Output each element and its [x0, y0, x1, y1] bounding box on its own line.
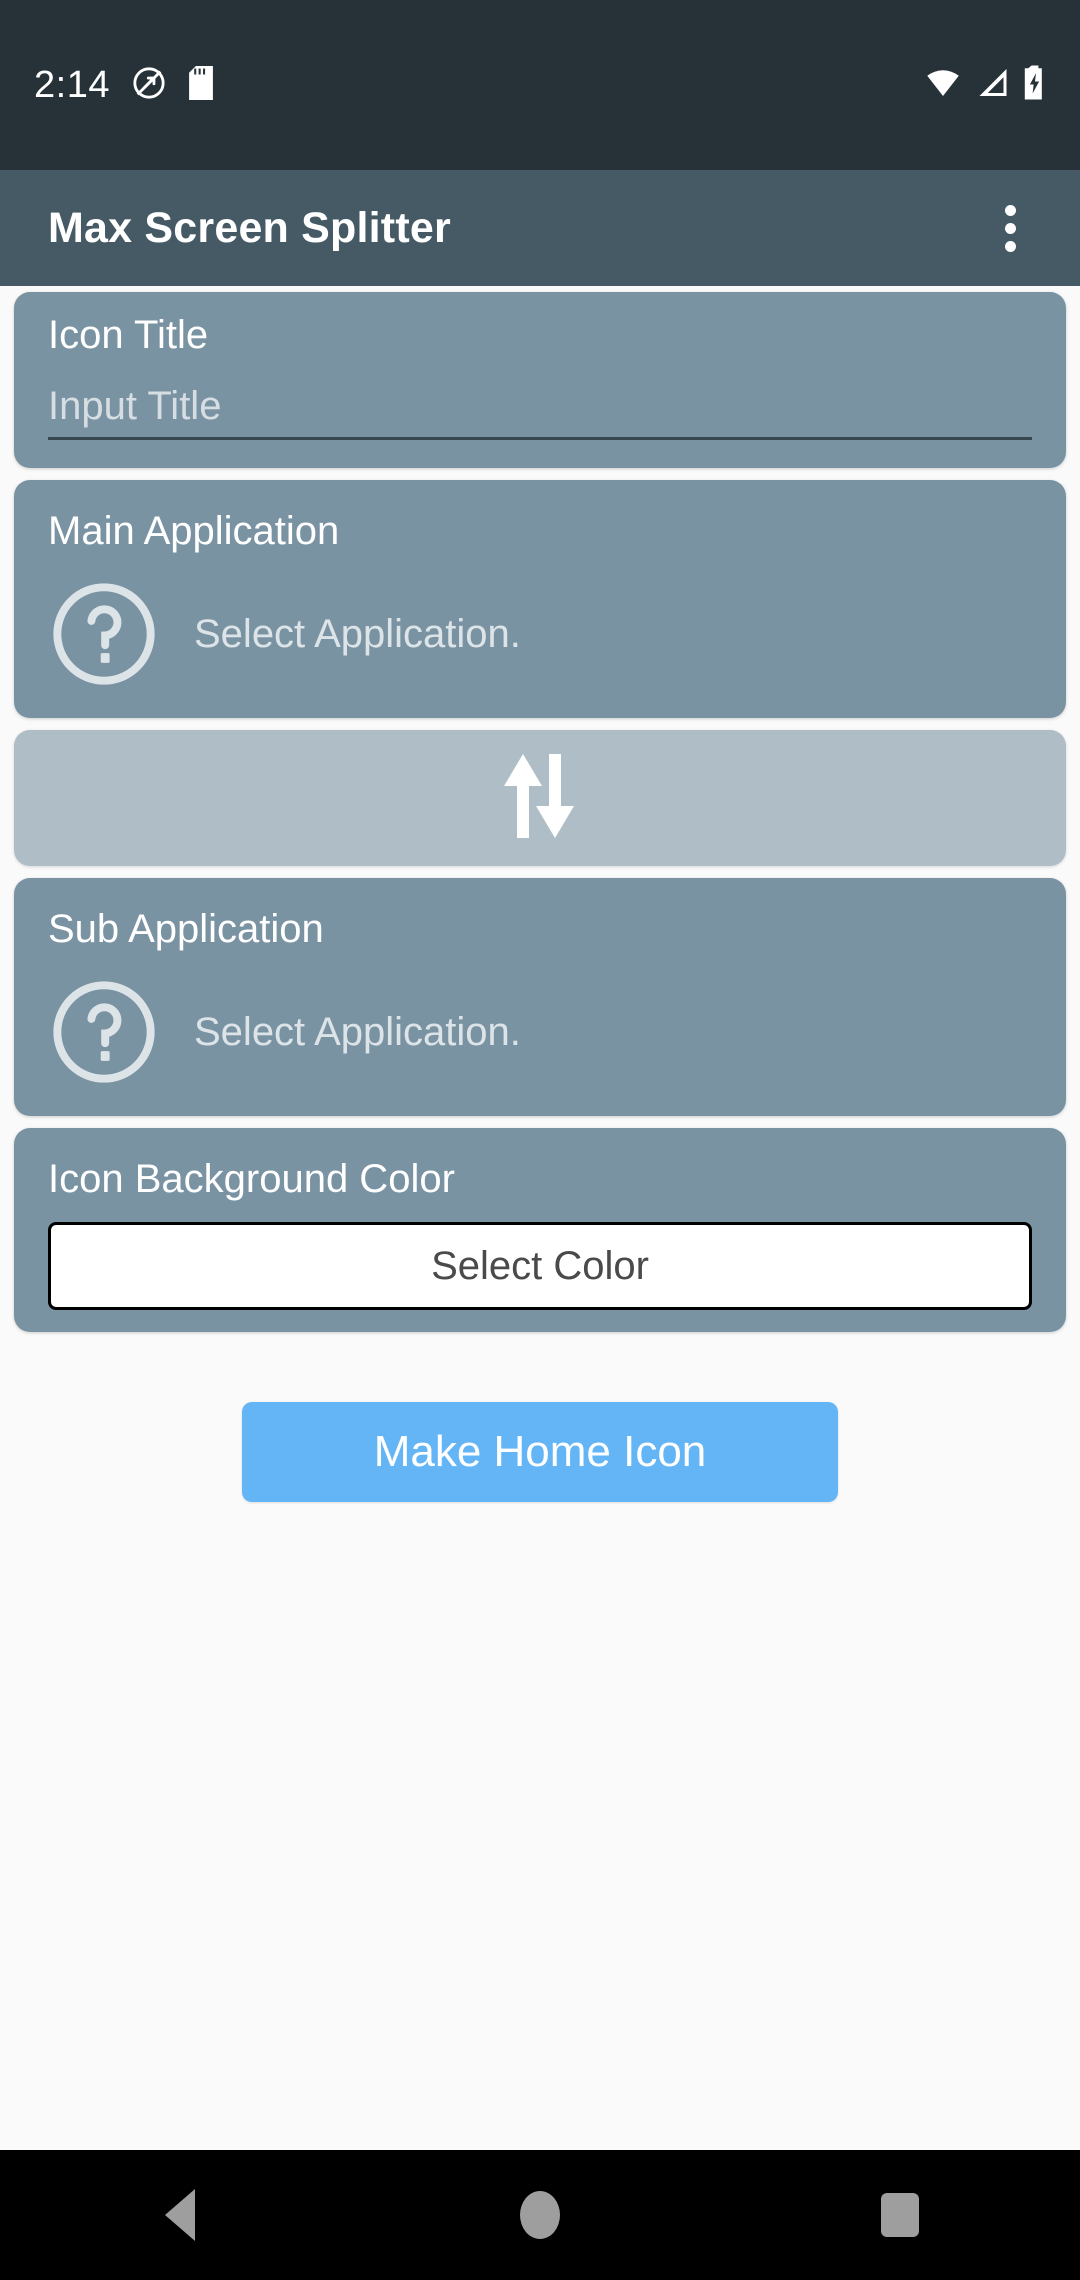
status-bar-right — [924, 65, 1046, 105]
swap-applications-button[interactable] — [14, 730, 1066, 866]
make-home-icon-button[interactable]: Make Home Icon — [242, 1402, 838, 1502]
question-mark-circle-icon — [48, 976, 160, 1088]
swap-vertical-icon — [492, 746, 588, 851]
nav-recents-button[interactable] — [810, 2150, 990, 2280]
sub-application-selector[interactable]: Select Application. — [48, 976, 1032, 1088]
page-title: Max Screen Splitter — [48, 203, 451, 252]
primary-action-row: Make Home Icon — [0, 1402, 1080, 1502]
nav-back-button[interactable] — [90, 2150, 270, 2280]
overflow-dot — [1004, 222, 1016, 234]
app-bar: Max Screen Splitter — [0, 170, 1080, 286]
icon-background-color-card: Icon Background Color Select Color — [14, 1128, 1066, 1332]
battery-charging-icon — [1024, 65, 1046, 105]
screen-record-icon — [132, 66, 166, 105]
icon-title-card: Icon Title — [14, 292, 1066, 468]
main-application-value: Select Application. — [194, 611, 521, 656]
cellular-signal-icon — [976, 68, 1010, 103]
main-application-label: Main Application — [48, 509, 340, 553]
recents-square-icon — [881, 2193, 919, 2237]
sub-application-value: Select Application. — [194, 1009, 521, 1054]
sub-application-label: Sub Application — [48, 907, 324, 951]
icon-background-color-label: Icon Background Color — [48, 1157, 455, 1201]
overflow-dot — [1004, 204, 1016, 216]
sd-card-icon — [188, 65, 214, 105]
status-bar: 2:14 — [0, 0, 1080, 170]
main-content: Icon Title Main Application Select Appli… — [0, 292, 1080, 1502]
main-application-card: Main Application Select Application. — [14, 480, 1066, 718]
overflow-dot — [1004, 240, 1016, 252]
home-circle-icon — [520, 2191, 560, 2239]
main-application-selector[interactable]: Select Application. — [48, 578, 1032, 690]
back-triangle-icon — [165, 2189, 195, 2241]
select-color-button[interactable]: Select Color — [48, 1222, 1032, 1310]
wifi-icon — [924, 68, 962, 103]
nav-home-button[interactable] — [450, 2150, 630, 2280]
sub-application-card: Sub Application Select Application. — [14, 878, 1066, 1116]
system-navigation-bar — [0, 2150, 1080, 2280]
icon-title-input[interactable] — [48, 384, 1032, 429]
question-mark-circle-icon — [48, 578, 160, 690]
status-bar-left: 2:14 — [34, 64, 214, 106]
icon-title-label: Icon Title — [48, 313, 209, 357]
icon-title-field[interactable] — [48, 384, 1032, 440]
overflow-menu-icon[interactable] — [970, 188, 1050, 268]
status-bar-clock: 2:14 — [34, 64, 110, 106]
